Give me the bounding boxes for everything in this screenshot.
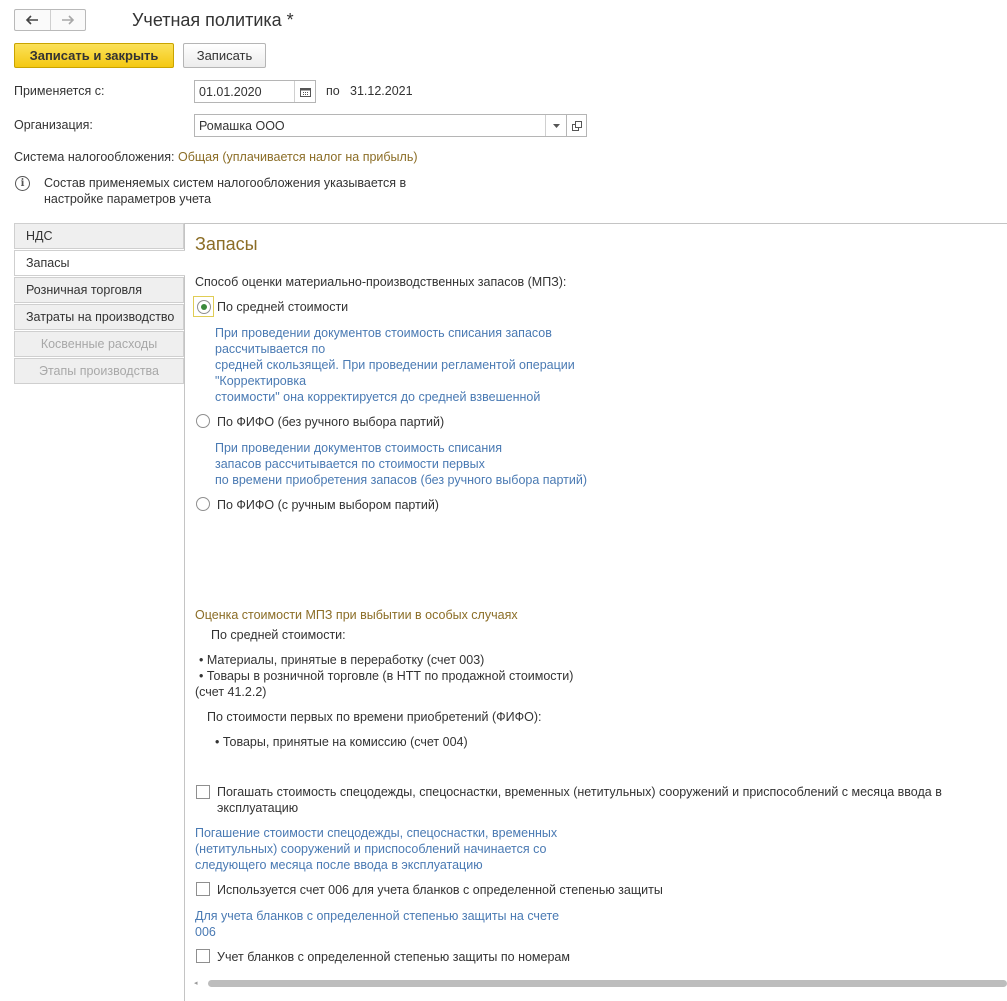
hint-line: средней скользящей. При проведении регла…	[215, 358, 575, 372]
tab-production-costs[interactable]: Затраты на производство	[14, 304, 184, 330]
tab-indirect-costs[interactable]: Косвенные расходы	[14, 331, 184, 357]
hint-line: следующего месяца после ввода в эксплуат…	[195, 858, 483, 872]
radio-fifo-manual-label[interactable]: По ФИФО (с ручным выбором партий)	[217, 498, 439, 512]
checkbox-blanks-by-number[interactable]	[196, 949, 210, 963]
back-button[interactable]	[15, 10, 50, 30]
special-cases-title: Оценка стоимости МПЗ при выбытии в особы…	[195, 608, 518, 622]
tab-inventory[interactable]: Запасы	[14, 250, 185, 276]
hint-line: рассчитывается по	[215, 342, 326, 356]
section-title: Запасы	[195, 234, 258, 254]
info-note-line: Состав применяемых систем налогообложени…	[44, 176, 407, 190]
hint-line: стоимости" она корректируется до средней…	[215, 390, 541, 404]
radio-fifo-no-manual[interactable]	[196, 414, 210, 428]
tabs-divider	[184, 223, 185, 1001]
organization-field[interactable]: Ромашка ООО	[194, 114, 567, 137]
save-and-close-button[interactable]: Записать и закрыть	[14, 43, 174, 68]
page-title: Учетная политика *	[132, 10, 294, 30]
special-avg-item: • Материалы, принятые в переработку (сче…	[199, 653, 485, 667]
checkbox-label-line: Погашать стоимость спецодежды, спецоснас…	[217, 785, 942, 799]
tax-system-label: Система налогообложения:	[14, 150, 175, 164]
radio-fifo-manual[interactable]	[196, 497, 210, 511]
period-start-field[interactable]: 01.01.2020	[194, 80, 316, 103]
open-form-icon	[571, 120, 582, 131]
special-avg-list: • Материалы, принятые в переработку (сче…	[195, 652, 573, 700]
info-icon: i	[15, 176, 30, 191]
organization-value: Ромашка ООО	[199, 118, 285, 133]
organization-dropdown-button[interactable]	[545, 115, 566, 136]
account-006-hint: Для учета бланков с определенной степень…	[195, 908, 559, 940]
hint-line: При проведении документов стоимость спис…	[215, 326, 552, 340]
history-nav	[14, 9, 86, 31]
tab-retail[interactable]: Розничная торговля	[14, 277, 184, 303]
hint-line: При проведении документов стоимость спис…	[215, 441, 503, 455]
radio-average-cost-label[interactable]: По средней стоимости	[217, 300, 348, 314]
radio-average-cost[interactable]	[196, 299, 211, 314]
period-start-value: 01.01.2020	[199, 84, 262, 99]
checkbox-account-006[interactable]	[196, 882, 210, 896]
save-button[interactable]: Записать	[183, 43, 266, 68]
checkbox-writeoff-from-start-month[interactable]	[196, 785, 210, 799]
checkbox-blanks-by-number-label[interactable]: Учет бланков с определенной степенью защ…	[217, 950, 570, 964]
radio-average-focus	[193, 296, 214, 317]
checkbox-writeoff-label[interactable]: Погашать стоимость спецодежды, спецоснас…	[217, 784, 997, 816]
calendar-button[interactable]	[294, 81, 315, 102]
arrow-left-icon	[26, 15, 39, 25]
horizontal-scrollbar[interactable]	[208, 980, 1007, 987]
period-end-value: 31.12.2021	[350, 84, 413, 98]
scroll-left-icon[interactable]: ◂	[194, 979, 202, 987]
tab-vat[interactable]: НДС	[14, 223, 184, 249]
calendar-icon	[299, 87, 311, 97]
hint-line: (нетитульных) сооружений и приспособлени…	[195, 842, 547, 856]
organization-open-button[interactable]	[566, 114, 587, 137]
hint-line: запасов рассчитывается по стоимости перв…	[215, 457, 485, 471]
hint-line: Для учета бланков с определенной степень…	[195, 909, 560, 923]
arrow-right-icon	[61, 15, 74, 25]
hint-line: 006	[195, 925, 216, 939]
checkbox-account-006-label[interactable]: Используется счет 006 для учета бланков …	[217, 883, 663, 897]
tax-system-link[interactable]: Общая (уплачивается налог на прибыль)	[178, 150, 418, 164]
hint-line: по времени приобретения запасов (без руч…	[215, 473, 588, 487]
special-avg-label: По средней стоимости:	[211, 628, 346, 642]
radio-selected-dot	[200, 303, 207, 310]
tax-system-row: Система налогообложения: Общая (уплачива…	[14, 150, 418, 164]
fifo-no-manual-hint: При проведении документов стоимость спис…	[215, 440, 587, 488]
period-to-label: по	[326, 84, 340, 98]
special-avg-item: • Товары в розничной торговле (в НТТ по …	[199, 669, 574, 683]
chevron-down-icon	[552, 123, 560, 128]
info-note-line: настройке параметров учета	[44, 192, 212, 206]
hint-line: "Корректировка	[215, 374, 307, 388]
special-avg-item: (счет 41.2.2)	[195, 685, 267, 699]
period-start-label: Применяется с:	[14, 84, 105, 98]
special-fifo-label: По стоимости первых по времени приобрете…	[207, 710, 542, 724]
info-note: Состав применяемых систем налогообложени…	[44, 175, 444, 207]
special-fifo-item: • Товары, принятые на комиссию (счет 004…	[215, 735, 468, 749]
hint-line: Погашение стоимости спецодежды, спецосна…	[195, 826, 558, 840]
tab-production-stages[interactable]: Этапы производства	[14, 358, 184, 384]
organization-label: Организация:	[14, 118, 93, 132]
writeoff-hint: Погашение стоимости спецодежды, спецосна…	[195, 825, 557, 873]
checkbox-label-line: эксплуатацию	[217, 801, 299, 815]
valuation-method-label: Способ оценки материально-производственн…	[195, 275, 567, 289]
radio-fifo-no-manual-label[interactable]: По ФИФО (без ручного выбора партий)	[217, 415, 444, 429]
average-cost-hint: При проведении документов стоимость спис…	[215, 325, 575, 405]
forward-button[interactable]	[49, 10, 86, 30]
